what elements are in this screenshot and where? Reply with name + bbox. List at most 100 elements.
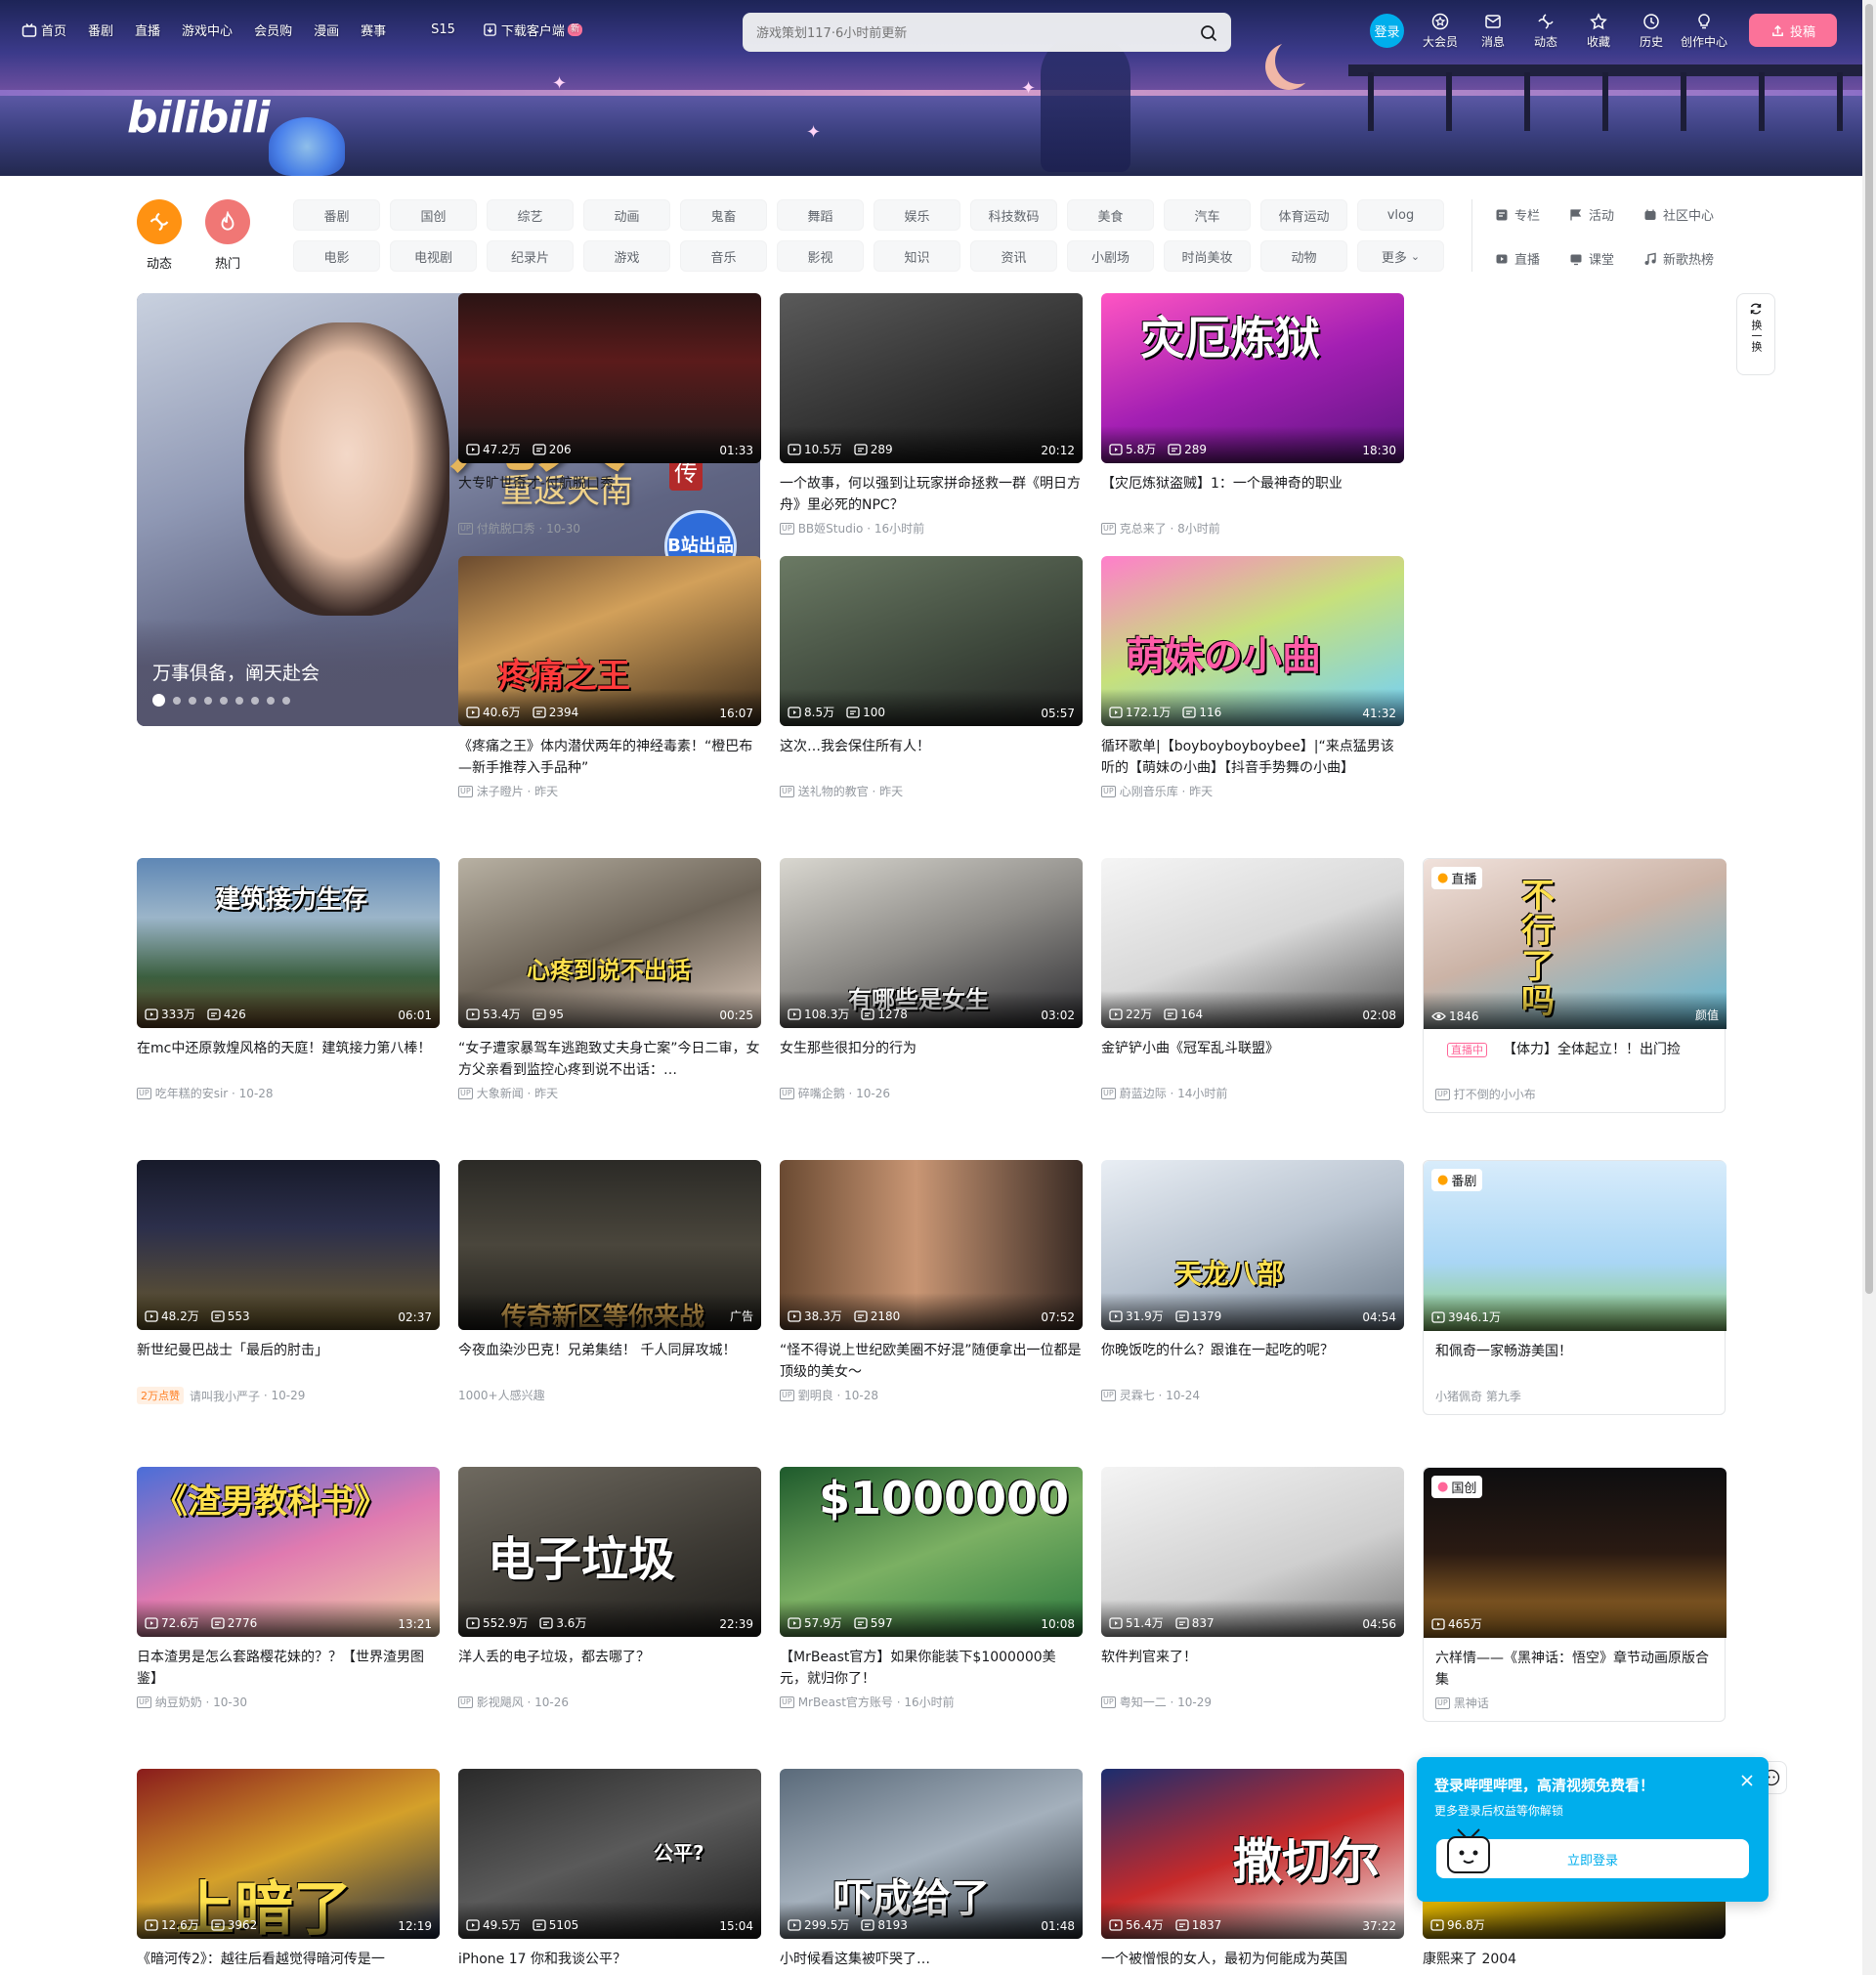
video-title[interactable]: 《暗河传2》：越往后看越觉得暗河传是一 <box>137 1949 440 1975</box>
video-meta[interactable]: UP 纳豆奶奶 · 10-30 <box>137 1694 440 1710</box>
video-card[interactable]: 10.5万 289 20:12 一个故事，何以强到让玩家拼命拯救一群《明日方舟》里必死… <box>780 293 1083 537</box>
channel-button[interactable]: 小剧场 <box>1067 240 1154 272</box>
video-meta[interactable]: UP 灵霖七 · 10-24 <box>1101 1387 1404 1403</box>
nav-live[interactable]: 直播 <box>135 21 160 39</box>
video-title[interactable]: 【MrBeast官方】如果你能装下$1000000美元，就归你了！ <box>780 1647 1083 1690</box>
video-thumbnail[interactable]: 48.2万 553 02:37 <box>137 1160 440 1330</box>
channel-button[interactable]: 国创 <box>390 199 477 231</box>
video-thumbnail[interactable]: 上暗了12.6万396212:19 <box>137 1769 440 1939</box>
login-popup-close-button[interactable] <box>1735 1769 1759 1792</box>
video-title[interactable]: 洋人丢的电子垃圾，都去哪了？ <box>458 1647 761 1690</box>
search-input[interactable] <box>756 22 1167 44</box>
channel-button[interactable]: 资讯 <box>970 240 1057 272</box>
video-card[interactable]: 撒切尔 56.4万 1837 37:22 一个被憎恨的女人，最初为何能成为英国 <box>1101 1769 1404 1975</box>
video-title[interactable]: 直播中 【体力】全体起立！！出门捡 <box>1424 1039 1725 1082</box>
search-button[interactable] <box>1197 21 1220 45</box>
channel-button[interactable]: 电视剧 <box>390 240 477 272</box>
channel-button[interactable]: 动物 <box>1260 240 1347 272</box>
video-thumbnail[interactable]: 建筑接力生存 333万 426 06:01 <box>137 858 440 1028</box>
video-thumbnail[interactable]: 疼痛之王 40.6万 2394 16:07 <box>458 556 761 726</box>
video-meta[interactable]: 1000+人感兴趣 <box>458 1387 761 1403</box>
nav-vip[interactable]: 大会员 <box>1414 12 1467 50</box>
video-title[interactable]: 这次…我会保住所有人！ <box>780 736 1083 779</box>
video-title[interactable]: 六样情——《黑神话：悟空》章节动画原版合集 <box>1424 1648 1725 1691</box>
video-title[interactable]: iPhone 17 你和我谈公平？ <box>458 1949 761 1975</box>
video-card[interactable]: 疼痛之王 40.6万 2394 16:07 《疼痛之王》体内潜伏两年的神经毒素！“橙巴布… <box>458 556 761 799</box>
video-thumbnail[interactable]: 22万 164 02:08 <box>1101 858 1404 1028</box>
video-meta[interactable]: UP 送礼物的教官 · 昨天 <box>780 783 1083 799</box>
refresh-button[interactable]: 换一换 <box>1736 293 1775 375</box>
ad-card[interactable]: 传奇新区等你来战广告今夜血染沙巴克！兄弟集结！ 千人同屏攻城！ 1000+人感兴趣 <box>458 1160 761 1403</box>
video-title[interactable]: 在mc中还原敦煌风格的天庭！建筑接力第八棒！ <box>137 1038 440 1081</box>
nav-history[interactable]: 历史 <box>1625 12 1678 50</box>
channel-link-live[interactable]: 直播 <box>1495 249 1540 268</box>
video-meta[interactable]: UP 大象新闻 · 昨天 <box>458 1085 761 1101</box>
channel-button[interactable]: 电影 <box>293 240 380 272</box>
video-thumbnail[interactable]: 电子垃圾 552.9万 3.6万 22:39 <box>458 1467 761 1637</box>
video-thumbnail[interactable]: 萌妹の小曲 172.1万 116 41:32 <box>1101 556 1404 726</box>
video-meta[interactable]: UP 碎嘴企鹅 · 10-26 <box>780 1085 1083 1101</box>
video-card[interactable]: 公平? 49.5万 5105 15:04 iPhone 17 你和我谈公平？ <box>458 1769 761 1975</box>
video-thumbnail[interactable]: ● 番剧 3946.1万 <box>1424 1161 1727 1331</box>
upload-button[interactable]: 投稿 <box>1749 14 1837 47</box>
video-meta[interactable]: UP 克总来了 · 8小时前 <box>1101 520 1404 537</box>
video-card[interactable]: 天龙八部 31.9万 1379 04:54 你晚饭吃的什么？跟谁在一起吃的呢？ UP 灵霖七… <box>1101 1160 1404 1403</box>
video-card[interactable]: 38.3万 2180 07:52 “怪不得说上世纪欧美圈不好混”随便拿出一位都是顶级的… <box>780 1160 1083 1403</box>
carousel-dot[interactable] <box>173 696 181 705</box>
carousel-dot[interactable] <box>251 696 259 705</box>
channel-button[interactable]: 娱乐 <box>874 199 960 231</box>
nav-creator[interactable]: 创作中心 <box>1678 12 1730 50</box>
nav-bangumi[interactable]: 番剧 <box>88 21 113 39</box>
channel-dynamic[interactable]: 动态 <box>137 199 182 272</box>
video-card[interactable]: 建筑接力生存 333万 426 06:01 在mc中还原敦煌风格的天庭！建筑接力第八棒！… <box>137 858 440 1101</box>
video-title[interactable]: 和佩奇一家畅游美国！ <box>1424 1341 1725 1384</box>
carousel-dot[interactable] <box>189 696 196 705</box>
video-title[interactable]: 循环歌单|【boyboyboyboybee】|“来点猛男该听的【萌妹の小曲】【抖… <box>1101 736 1404 779</box>
channel-button[interactable]: 综艺 <box>487 199 574 231</box>
video-title[interactable]: 小时候看这集被吓哭了… <box>780 1949 1083 1975</box>
nav-dynamic[interactable]: 动态 <box>1519 12 1572 50</box>
video-thumbnail[interactable]: 47.2万 206 01:33 <box>458 293 761 463</box>
nav-message[interactable]: 消息 <box>1467 12 1519 50</box>
video-title[interactable]: 金铲铲小曲《冠军乱斗联盟》 <box>1101 1038 1404 1081</box>
video-thumbnail[interactable]: 传奇新区等你来战广告 <box>458 1160 761 1330</box>
video-thumbnail[interactable]: 不行了吗●直播1846颜值 <box>1424 859 1727 1029</box>
nav-s15[interactable]: S15 <box>431 22 455 37</box>
video-card[interactable]: ● 国创 465万 六样情——《黑神话：悟空》章节动画原版合集 UP 黑神话 <box>1423 1467 1727 1722</box>
video-card[interactable]: $1000000 57.9万 597 10:08 【MrBeast官方】如果你能装下$1… <box>780 1467 1083 1710</box>
channel-button[interactable]: 汽车 <box>1164 199 1251 231</box>
video-card[interactable]: 48.2万 553 02:37 新世纪曼巴战士「最后的肘击」 2万点赞 请叫我小严子 · … <box>137 1160 440 1404</box>
nav-home[interactable]: 首页 <box>21 21 66 39</box>
video-card[interactable]: 吓成给了 299.5万 8193 01:48 小时候看这集被吓哭了… <box>780 1769 1083 1975</box>
channel-link-music-chart[interactable]: 新歌热榜 <box>1643 249 1714 268</box>
video-card[interactable]: 灾厄炼狱 5.8万 289 18:30 【灾厄炼狱盗贼】1：一个最神奇的职业 UP 克总来了… <box>1101 293 1404 537</box>
video-thumbnail[interactable]: 灾厄炼狱 5.8万 289 18:30 <box>1101 293 1404 463</box>
video-thumbnail[interactable]: 8.5万 100 05:57 <box>780 556 1083 726</box>
channel-button[interactable]: vlog <box>1357 199 1444 231</box>
carousel-dot[interactable] <box>204 696 212 705</box>
video-card[interactable]: ● 番剧 3946.1万 和佩奇一家畅游美国！ 小猪佩奇 第九季 <box>1423 1160 1727 1415</box>
video-card[interactable]: 《渣男教科书》 72.6万 2776 13:21 日本渣男是怎么套路樱花妹的？？【世界渣… <box>137 1467 440 1710</box>
video-thumbnail[interactable]: 10.5万 289 20:12 <box>780 293 1083 463</box>
channel-link-classroom[interactable]: 课堂 <box>1569 249 1614 268</box>
video-title[interactable]: 日本渣男是怎么套路樱花妹的？？【世界渣男图鉴】 <box>137 1647 440 1690</box>
video-title[interactable]: 软件判官来了！ <box>1101 1647 1404 1690</box>
video-meta[interactable]: UP 付航脱口秀 · 10-30 <box>458 520 761 537</box>
channel-button[interactable]: 更多 ⌄ <box>1357 240 1444 272</box>
video-card[interactable]: 8.5万 100 05:57 这次…我会保住所有人！ UP 送礼物的教官 · 昨天 <box>780 556 1083 799</box>
video-card[interactable]: 有哪些是女生108.3万127803:02女生那些很扣分的行为UP碎嘴企鹅 · … <box>780 858 1083 1101</box>
scrollbar[interactable] <box>1862 0 1876 1975</box>
video-meta[interactable]: UP 黑神话 <box>1424 1695 1725 1711</box>
video-title[interactable]: 一个故事，何以强到让玩家拼命拯救一群《明日方舟》里必死的NPC？ <box>780 473 1083 516</box>
video-meta[interactable]: 2万点赞 请叫我小严子 · 10-29 <box>137 1387 440 1404</box>
channel-button[interactable]: 舞蹈 <box>777 199 864 231</box>
video-meta[interactable]: UP 粤知一二 · 10-29 <box>1101 1694 1404 1710</box>
video-title[interactable]: 《疼痛之王》体内潜伏两年的神经毒素！“橙巴布—新手推荐入手品种” <box>458 736 761 779</box>
video-title[interactable]: 女生那些很扣分的行为 <box>780 1038 1083 1081</box>
nav-mall[interactable]: 会员购 <box>254 21 292 39</box>
channel-link-activity[interactable]: 活动 <box>1569 205 1614 224</box>
video-meta[interactable]: UP BB姬Studio · 16小时前 <box>780 520 1083 537</box>
live-card[interactable]: 不行了吗●直播1846颜值直播中【体力】全体起立！！出门捡UP打不倒的小小布 <box>1423 858 1727 1113</box>
channel-button[interactable]: 知识 <box>874 240 960 272</box>
channel-link-column[interactable]: 专栏 <box>1495 205 1540 224</box>
